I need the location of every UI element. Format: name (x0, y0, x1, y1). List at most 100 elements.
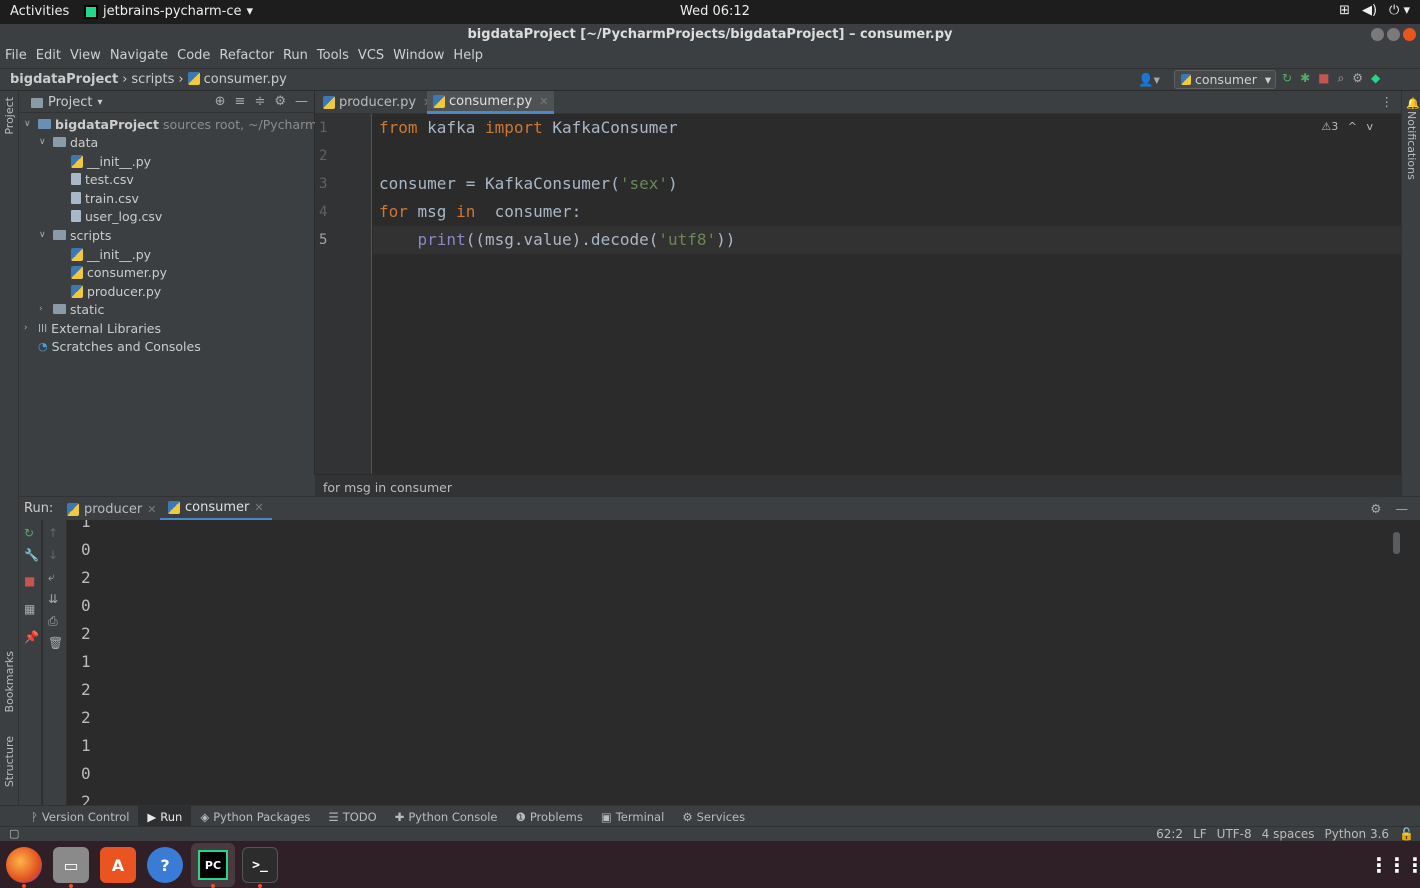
line-separator[interactable]: LF (1193, 827, 1207, 841)
chevron-down-icon[interactable]: ∨ (39, 137, 49, 147)
rerun-icon[interactable]: ↻ (24, 526, 34, 540)
notifications-side-tab[interactable]: Notifications (1405, 111, 1418, 180)
menu-vcs[interactable]: VCS (358, 46, 391, 68)
tree-file[interactable]: test.csv (71, 170, 134, 188)
menu-edit[interactable]: Edit (36, 46, 68, 68)
print-icon[interactable]: ⎙ (48, 614, 58, 629)
tree-file[interactable]: consumer.py (71, 263, 167, 281)
soft-wrap-icon[interactable]: ⤶ (48, 570, 55, 585)
debug-icon[interactable]: ✱ (1300, 71, 1310, 85)
run-console[interactable]: 1 0 2 0 2 1 2 2 1 0 2 (68, 520, 1401, 805)
bell-icon[interactable]: 🔔 (1406, 97, 1420, 110)
tool-terminal[interactable]: ▣ Terminal (592, 806, 673, 827)
pin-icon[interactable]: 📌 (24, 630, 39, 644)
firefox-icon[interactable] (6, 847, 42, 883)
gear-icon[interactable]: ⚙ (1370, 501, 1381, 516)
tree-file[interactable]: producer.py (71, 282, 161, 300)
power-icon[interactable]: ⏻ ▾ (1389, 3, 1410, 18)
chevron-up-icon[interactable]: ^ (1348, 120, 1357, 133)
run-tab-producer[interactable]: producer ✕ (59, 497, 164, 521)
indent-setting[interactable]: 4 spaces (1262, 827, 1315, 841)
network-icon[interactable]: ⊞ (1339, 3, 1350, 18)
project-view-select[interactable]: Project ▾ (31, 95, 103, 110)
interpreter[interactable]: Python 3.6 (1325, 827, 1390, 841)
help-icon[interactable]: ? (147, 847, 183, 883)
editor-breadcrumb[interactable]: for msg in consumer (315, 475, 1401, 496)
tool-version-control[interactable]: ᚹ Version Control (22, 806, 138, 827)
tool-windows-toggle-icon[interactable]: ▢ (9, 827, 19, 840)
tree-folder-static[interactable]: › static (39, 300, 104, 318)
tree-root[interactable]: ∨ bigdataProject sources root, ~/Pycharm… (24, 115, 337, 133)
gear-icon[interactable]: ⚙ (274, 94, 286, 109)
chevron-down-icon[interactable]: ∨ (39, 230, 49, 240)
arrow-down-icon[interactable]: ↓ (48, 548, 58, 562)
close-icon[interactable]: ✕ (147, 503, 156, 516)
inspection-widget[interactable]: ⚠3 ^ v (1321, 120, 1373, 133)
ide-logo-icon[interactable]: ◆ (1371, 71, 1380, 85)
wrench-icon[interactable]: 🔧 (24, 548, 39, 562)
collapse-all-icon[interactable]: ≑ (254, 94, 265, 109)
menu-window[interactable]: Window (393, 46, 451, 68)
search-icon[interactable]: ⌕ (1337, 71, 1344, 85)
clock[interactable]: Wed 06:12 (680, 4, 750, 19)
menu-code[interactable]: Code (177, 46, 217, 68)
tool-todo[interactable]: ☰ TODO (319, 806, 385, 827)
software-center-icon[interactable]: A (100, 847, 136, 883)
hide-icon[interactable]: — (1396, 501, 1409, 516)
stop-icon[interactable]: ■ (24, 574, 35, 588)
bookmarks-side-tab[interactable]: Bookmarks (3, 651, 16, 712)
tree-external-libraries[interactable]: › lll External Libraries (24, 319, 161, 337)
activities-button[interactable]: Activities (10, 4, 69, 19)
chevron-down-icon[interactable]: v (1366, 120, 1373, 133)
menu-file[interactable]: File (5, 46, 34, 68)
minimize-icon[interactable] (1371, 28, 1384, 41)
tree-scratches[interactable]: ◔ Scratches and Consoles (38, 337, 201, 355)
tree-file[interactable]: user_log.csv (71, 207, 162, 225)
breadcrumb-scripts[interactable]: scripts (131, 72, 174, 87)
lock-icon[interactable]: 🔓 (1399, 827, 1414, 841)
chevron-down-icon[interactable]: ∨ (24, 119, 34, 129)
menu-help[interactable]: Help (453, 46, 490, 68)
breadcrumb-file[interactable]: consumer.py (204, 72, 287, 87)
tree-file[interactable]: __init__.py (71, 152, 151, 170)
rerun-icon[interactable]: ↻ (1282, 71, 1292, 85)
code-editor[interactable]: from kafka import KafkaConsumer consumer… (373, 114, 1401, 474)
tool-problems[interactable]: ❶ Problems (507, 806, 592, 827)
expand-all-icon[interactable]: ≡ (235, 94, 246, 109)
files-icon[interactable]: ▭ (53, 847, 89, 883)
structure-side-tab[interactable]: Structure (3, 736, 16, 787)
chevron-right-icon[interactable]: › (39, 304, 49, 314)
tree-file[interactable]: __init__.py (71, 245, 151, 263)
caret-position[interactable]: 62:2 (1156, 827, 1183, 841)
volume-icon[interactable]: ◀) (1362, 3, 1377, 18)
tool-python-console[interactable]: ✚ Python Console (386, 806, 507, 827)
menu-view[interactable]: View (70, 46, 108, 68)
tool-services[interactable]: ⚙ Services (673, 806, 754, 827)
more-options-icon[interactable]: ⋮ (1381, 94, 1394, 109)
user-icon[interactable]: 👤▾ (1138, 72, 1160, 88)
arrow-up-icon[interactable]: ↑ (48, 526, 58, 540)
run-config-select[interactable]: consumer ▾ (1174, 70, 1276, 89)
breadcrumb-project[interactable]: bigdataProject (10, 72, 118, 87)
gear-icon[interactable]: ⚙ (1352, 71, 1363, 85)
app-grid-icon[interactable]: ⋮⋮⋮ (1369, 847, 1420, 883)
terminal-dock-icon[interactable]: >_ (242, 847, 278, 883)
warning-count[interactable]: ⚠3 (1321, 120, 1338, 133)
tab-producer[interactable]: producer.py ✕ (317, 91, 438, 114)
menu-run[interactable]: Run (283, 46, 315, 68)
menu-tools[interactable]: Tools (317, 46, 356, 68)
console-scrollbar[interactable] (1393, 532, 1400, 554)
close-icon[interactable]: ✕ (539, 95, 548, 108)
tree-file[interactable]: train.csv (71, 189, 139, 207)
scroll-to-end-icon[interactable]: ⇊ (48, 592, 58, 606)
app-menu[interactable]: jetbrains-pycharm-ce ▾ (84, 4, 253, 19)
locate-icon[interactable]: ⊕ (215, 94, 226, 109)
tool-python-packages[interactable]: ◈ Python Packages (191, 806, 319, 827)
hide-icon[interactable]: — (295, 94, 308, 109)
stop-icon[interactable]: ■ (1318, 71, 1329, 85)
layout-icon[interactable]: ▦ (24, 602, 35, 616)
run-tab-consumer[interactable]: consumer ✕ (160, 497, 272, 521)
tree-folder-scripts[interactable]: ∨ scripts (39, 226, 111, 244)
file-encoding[interactable]: UTF-8 (1217, 827, 1252, 841)
close-icon[interactable] (1403, 28, 1416, 41)
